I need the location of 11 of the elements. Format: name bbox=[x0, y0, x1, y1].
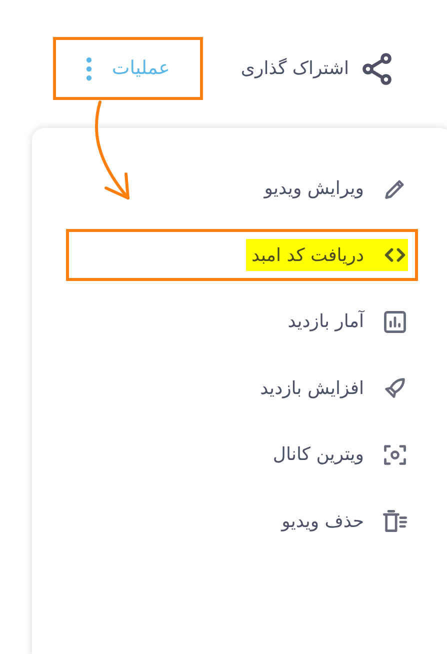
more-icon bbox=[86, 56, 92, 80]
trash-icon bbox=[382, 508, 408, 534]
bar-chart-icon bbox=[382, 308, 408, 334]
menu-item[interactable]: ویترین کانال bbox=[66, 428, 418, 480]
menu-item[interactable]: ویرایش ویدیو bbox=[66, 162, 418, 214]
menu-item[interactable]: دریافت کد امبد bbox=[66, 229, 418, 281]
menu-item[interactable]: آمار بازدید bbox=[66, 296, 418, 348]
rocket-icon bbox=[382, 375, 408, 401]
menu-item[interactable]: حذف ویدیو bbox=[66, 495, 418, 547]
menu-item[interactable]: افزایش بازدید bbox=[66, 362, 418, 414]
share-label[interactable]: اشتراک گذاری bbox=[240, 55, 349, 82]
